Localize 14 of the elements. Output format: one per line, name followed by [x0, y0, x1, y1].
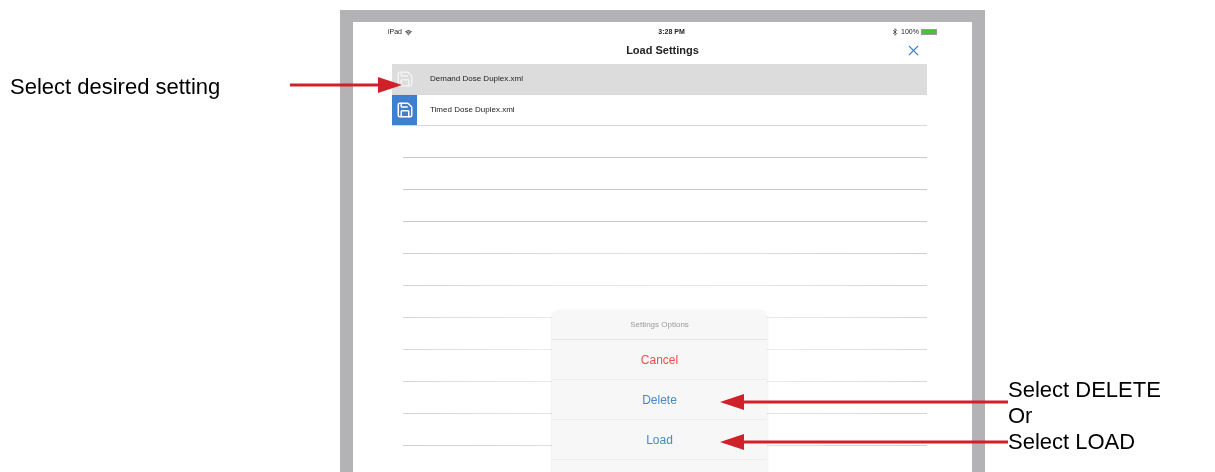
callout-text: Or — [1008, 403, 1034, 429]
callout-text: Select desired setting — [10, 73, 221, 101]
action-sheet-title: Settings Options — [630, 318, 689, 331]
file-name: Demand Dose Duplex.xml — [430, 72, 523, 85]
action-sheet-option[interactable]: Cancel — [552, 340, 767, 380]
callout-text: Select DELETE — [1008, 377, 1161, 403]
file-name: Timed Dose Duplex.xml — [430, 103, 515, 116]
screen-title: Load Settings — [626, 43, 699, 59]
bluetooth-icon — [891, 28, 900, 37]
file-row[interactable]: Demand Dose Duplex.xml — [392, 63, 927, 95]
battery-icon — [921, 29, 937, 36]
callout-text: Select LOAD — [1008, 429, 1137, 455]
file-row[interactable]: Timed Dose Duplex.xml — [392, 94, 927, 126]
wifi-icon — [405, 28, 412, 36]
